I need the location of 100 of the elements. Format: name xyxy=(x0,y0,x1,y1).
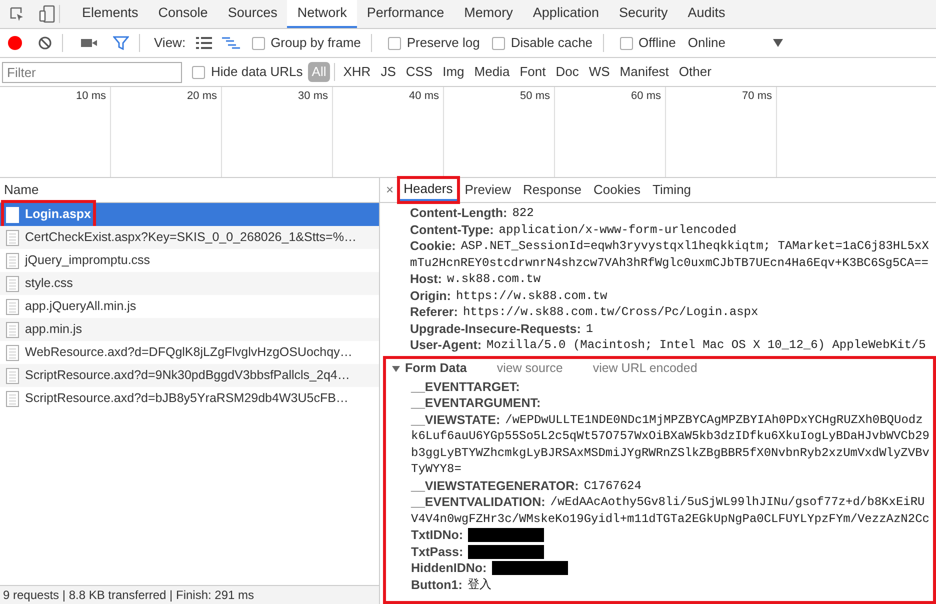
clear-icon[interactable] xyxy=(38,36,52,50)
timeline-tick: 50 ms xyxy=(520,91,550,104)
request-name: style.css xyxy=(25,275,73,292)
document-icon xyxy=(6,252,19,268)
detail-tab[interactable]: Cookies xyxy=(590,179,644,201)
type-filter-button[interactable]: Font xyxy=(516,62,550,82)
header-value: w.sk88.com.tw xyxy=(446,271,541,288)
checkbox-label: Group by frame xyxy=(270,34,361,52)
type-filter-button[interactable]: Media xyxy=(470,62,514,82)
close-button[interactable]: × xyxy=(384,180,396,200)
checkbox[interactable] xyxy=(388,36,401,50)
document-icon xyxy=(6,206,19,222)
panel-tab[interactable]: Memory xyxy=(454,0,523,28)
request-row[interactable]: app.min.js xyxy=(0,318,379,341)
detail-tab[interactable]: Headers xyxy=(400,179,457,201)
document-icon xyxy=(6,344,19,360)
type-filter-button[interactable]: Doc xyxy=(552,62,583,82)
header-name: Cookie: xyxy=(410,238,456,254)
column-header: Name xyxy=(4,181,39,200)
header-value: ASP.NET_SessionId=eqwh3ryvystqxl1heqkkiqtm; TAMarket=1aC6j83HL5xX xyxy=(460,238,929,254)
throttling-select[interactable]: Online xyxy=(688,33,726,53)
header-name: Referer: xyxy=(410,304,458,320)
panel-tab[interactable]: Network xyxy=(287,0,357,28)
header-name: User-Agent: xyxy=(410,337,482,354)
checkbox-label: Hide data URLs xyxy=(211,63,303,82)
timeline-tick: 30 ms xyxy=(298,91,328,104)
panel-tab[interactable]: Sources xyxy=(218,0,288,28)
camera-icon[interactable] xyxy=(81,37,97,49)
filter-field[interactable]: Filter xyxy=(2,62,182,82)
panel-tab[interactable]: Audits xyxy=(678,0,736,28)
header-value: https://w.sk88.com.tw xyxy=(456,288,608,304)
panel-tab[interactable]: Console xyxy=(148,0,218,28)
header-value: mTu2HcnREY0stcdrwnrN4shzcw7VAh3hRfWglc0uxmCJbTB7UEcn4Ha6Eqv+K3BC6Sg5CA== xyxy=(410,254,930,271)
header-value: application/x-www-form-urlencoded xyxy=(498,222,736,238)
list-view-icon[interactable] xyxy=(196,37,212,49)
type-filter-button[interactable]: Img xyxy=(438,62,468,82)
header-name: TxtPass: xyxy=(411,544,464,560)
request-row[interactable]: style.css xyxy=(0,272,379,295)
detail-tab[interactable]: Response xyxy=(518,179,586,201)
header-name: Button1: xyxy=(411,576,462,593)
type-filter-button[interactable]: Other xyxy=(674,62,716,82)
detail-tab[interactable]: Timing xyxy=(648,179,696,201)
document-icon xyxy=(6,390,19,406)
header-name: HiddenIDNo: xyxy=(411,560,487,576)
view-label: View: xyxy=(154,34,186,52)
request-row[interactable]: Login.aspx xyxy=(0,203,379,226)
checkbox[interactable] xyxy=(492,36,505,50)
view-source-link[interactable]: view source xyxy=(496,359,563,378)
request-name: app.min.js xyxy=(25,321,82,338)
header-value: C1767624 xyxy=(584,478,642,494)
detail-tab[interactable]: Preview xyxy=(460,179,515,201)
view-encoded-link[interactable]: view URL encoded xyxy=(592,359,698,378)
document-icon xyxy=(6,230,19,246)
header-name: __EVENTARGUMENT: xyxy=(411,395,541,412)
header-name: __VIEWSTATE: xyxy=(411,412,500,428)
type-filter-button[interactable]: Manifest xyxy=(616,62,673,82)
header-name: __EVENTTARGET: xyxy=(411,378,520,395)
disclosure-triangle-icon[interactable] xyxy=(392,364,400,372)
timeline-tick: 60 ms xyxy=(631,91,661,104)
request-name: ScriptResource.axd?d=bJB8y5YraRSM29db4W3U5cFB… xyxy=(25,390,348,408)
section-title[interactable]: Form Data xyxy=(405,359,467,378)
header-value: TyWYY8= xyxy=(411,461,462,478)
dropdown-caret-icon[interactable] xyxy=(773,39,784,47)
checkbox[interactable] xyxy=(252,36,265,50)
type-filter-button[interactable]: WS xyxy=(584,62,614,82)
request-name: jQuery_impromptu.css xyxy=(25,252,150,270)
header-name: Content-Type: xyxy=(410,222,494,238)
document-icon xyxy=(6,298,19,314)
request-name: ScriptResource.axd?d=9Nk30pdBggdV3bbsfPallcls_2q4… xyxy=(25,367,350,384)
request-name: app.jQueryAll.min.js xyxy=(25,298,136,316)
request-row[interactable]: ScriptResource.axd?d=9Nk30pdBggdV3bbsfPallcls_2q4… xyxy=(0,364,379,387)
timeline-tick: 20 ms xyxy=(187,91,217,104)
request-name: Login.aspx xyxy=(25,206,91,224)
type-filter-button[interactable]: XHR xyxy=(339,62,375,82)
header-name: Origin: xyxy=(410,288,451,304)
request-row[interactable]: CertCheckExist.aspx?Key=SKIS_0_0_268026_1&Stts=%… xyxy=(0,226,379,249)
timeline-tick: 10 ms xyxy=(76,91,106,104)
waterfall-icon[interactable] xyxy=(222,37,240,49)
record-icon[interactable] xyxy=(8,36,22,50)
checkbox[interactable] xyxy=(192,66,205,78)
type-filter-button[interactable]: JS xyxy=(376,62,400,82)
panel-tab[interactable]: Performance xyxy=(356,0,454,28)
header-name: __EVENTVALIDATION: xyxy=(411,494,546,510)
panel-tab[interactable]: Security xyxy=(608,0,678,28)
header-value: V4V4n0wgFZHr3c/WMskeKo19Gyidl+m11dTGTa2EGkUpNgPa0CLFUYLYpzFYm/VezzAzN2Cc xyxy=(411,510,930,527)
document-icon xyxy=(6,368,19,384)
checkbox-label: Disable cache xyxy=(510,34,593,52)
checkbox-label: Preserve log xyxy=(406,34,480,52)
request-name: CertCheckExist.aspx?Key=SKIS_0_0_268026_1&Stts=%… xyxy=(25,229,356,246)
inspect-icon[interactable] xyxy=(9,6,25,22)
header-value: /wEdAAcAothy5Gv8li/5uSjWL99lhJINu/gsof77z+d/b8KxEiRU xyxy=(550,494,925,510)
panel-tab[interactable]: Elements xyxy=(72,0,148,28)
header-value: https://w.sk88.com.tw/Cross/Pc/Login.aspx xyxy=(462,304,758,320)
device-icon[interactable] xyxy=(39,5,55,23)
document-icon xyxy=(6,322,19,338)
filter-icon[interactable] xyxy=(113,36,129,50)
header-value: k6Luf6auU6YGp55So5L2c5qWt57O757WxOiBXaW5kb3dzIDfku6XkuIogLyBDaHJvbWVCb29 xyxy=(411,428,930,444)
type-filter-button[interactable]: CSS xyxy=(402,62,437,82)
panel-tab[interactable]: Application xyxy=(522,0,609,28)
checkbox[interactable] xyxy=(620,36,633,50)
